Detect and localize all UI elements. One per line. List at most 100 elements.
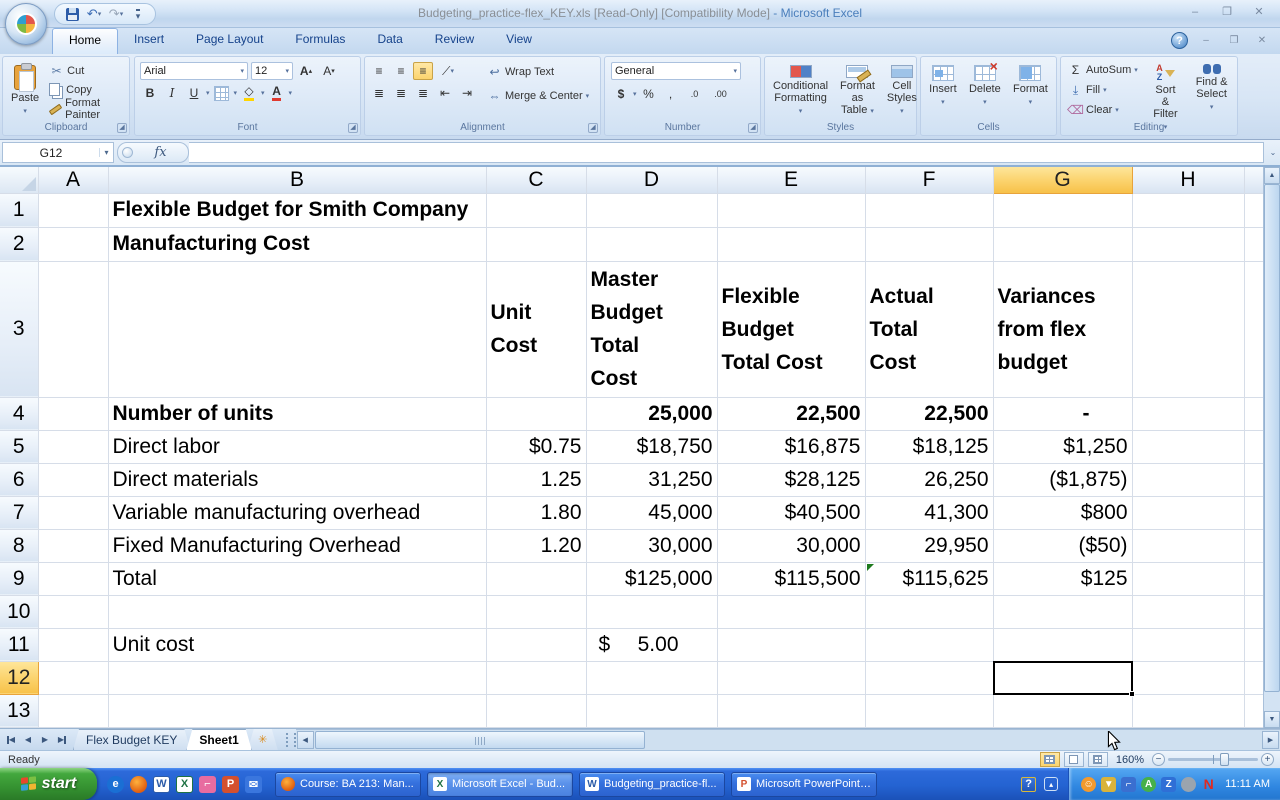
cell[interactable] xyxy=(38,694,109,728)
cell[interactable] xyxy=(38,661,109,695)
next-sheet-button[interactable]: ▶ xyxy=(37,732,53,748)
cell-c9[interactable] xyxy=(486,562,587,596)
tab-view[interactable]: View xyxy=(490,28,548,54)
cell[interactable] xyxy=(717,694,866,728)
cell[interactable] xyxy=(1132,595,1245,629)
cell-g8[interactable]: ($50) xyxy=(993,529,1133,563)
first-sheet-button[interactable]: ◀ xyxy=(3,732,19,748)
cell[interactable] xyxy=(586,227,718,262)
cell[interactable] xyxy=(717,661,866,695)
horizontal-scrollbar[interactable]: ◀ ▶ xyxy=(295,729,1280,750)
cell[interactable] xyxy=(1244,562,1264,596)
cell-g4[interactable]: - xyxy=(993,397,1133,431)
tab-page-layout[interactable]: Page Layout xyxy=(180,28,279,54)
novell-tray-icon[interactable]: N xyxy=(1201,776,1216,792)
cell[interactable] xyxy=(1244,496,1264,530)
cell-a1[interactable] xyxy=(38,193,109,228)
cell[interactable] xyxy=(865,227,994,262)
cell[interactable] xyxy=(38,595,109,629)
page-break-view-button[interactable] xyxy=(1087,752,1108,767)
merge-center-button[interactable]: ⇔ Merge & Center ▾ xyxy=(483,86,593,106)
cell-e9[interactable]: $115,500 xyxy=(717,562,866,596)
row-header-7[interactable]: 7 xyxy=(0,496,39,530)
scroll-left-button[interactable]: ◀ xyxy=(296,731,314,749)
cell-g3[interactable]: Variances from flex budget xyxy=(993,261,1133,398)
grow-font-button[interactable]: A ▴ xyxy=(296,62,316,80)
restore-button[interactable]: ❐ xyxy=(1214,4,1240,19)
font-color-button[interactable]: A xyxy=(267,84,287,102)
cell-e4[interactable]: 22,500 xyxy=(717,397,866,431)
excel-icon[interactable]: X xyxy=(176,775,193,793)
cell-g9[interactable]: $125 xyxy=(993,562,1133,596)
cell-a11[interactable] xyxy=(38,628,109,662)
cell[interactable] xyxy=(1244,430,1264,464)
cell[interactable] xyxy=(1244,628,1264,662)
normal-view-button[interactable] xyxy=(1039,752,1060,767)
zoom-track[interactable] xyxy=(1168,753,1258,766)
cell-e3[interactable]: Flexible Budget Total Cost xyxy=(717,261,866,398)
col-header-partial[interactable] xyxy=(1244,167,1264,194)
cut-button[interactable]: ✂ Cut xyxy=(45,61,127,80)
cell[interactable] xyxy=(486,694,587,728)
cell[interactable] xyxy=(717,227,866,262)
fill-button[interactable]: ⤓ Fill ▾ xyxy=(1064,80,1142,100)
cell-f8[interactable]: 29,950 xyxy=(865,529,994,563)
cell-g6[interactable]: ($1,875) xyxy=(993,463,1133,497)
outlook-icon[interactable]: ✉ xyxy=(245,775,262,793)
row-header-10[interactable]: 10 xyxy=(0,595,39,629)
cell-d8[interactable]: 30,000 xyxy=(586,529,718,563)
help-tray-icon[interactable]: ? xyxy=(1021,776,1037,792)
tab-review[interactable]: Review xyxy=(419,28,490,54)
wrap-text-button[interactable]: ↩ Wrap Text xyxy=(483,62,593,82)
percent-style-button[interactable]: % xyxy=(639,85,659,103)
messenger-tray-icon[interactable]: ☺ xyxy=(1081,776,1097,792)
orientation-button[interactable]: ⟋ ▾ xyxy=(435,62,461,80)
align-right-button[interactable]: ≣ xyxy=(413,84,433,102)
cell-b5[interactable]: Direct labor xyxy=(108,430,487,464)
powerpoint-icon[interactable]: P xyxy=(222,775,239,793)
cell[interactable] xyxy=(717,595,866,629)
cell-styles-button[interactable]: Cell Styles ▾ xyxy=(881,61,923,119)
taskbar-button-firefox[interactable]: Course: BA 213: Man... xyxy=(275,771,421,797)
find-select-button[interactable]: Find & Select ▾ xyxy=(1189,60,1234,120)
workbook-minimize-button[interactable]: – xyxy=(1196,34,1216,48)
cell[interactable] xyxy=(1132,628,1245,662)
cell-c8[interactable]: 1.20 xyxy=(486,529,587,563)
firefox-icon[interactable] xyxy=(130,775,147,793)
word-icon[interactable]: W xyxy=(153,775,170,793)
cell-b1[interactable]: Flexible Budget for Smith Company xyxy=(108,193,487,228)
cell[interactable] xyxy=(1132,694,1245,728)
accounting-format-button[interactable]: $ xyxy=(611,85,631,103)
cell-b6[interactable]: Direct materials xyxy=(108,463,487,497)
help-button[interactable]: ? xyxy=(1171,32,1188,49)
decrease-indent-button[interactable]: ⇤ xyxy=(435,84,455,102)
cell-d3[interactable]: Master Budget Total Cost xyxy=(586,261,718,398)
cell[interactable] xyxy=(993,628,1133,662)
insert-worksheet-button[interactable]: ✳ xyxy=(248,729,278,750)
taskbar-button-word[interactable]: W Budgeting_practice-fl... xyxy=(579,771,725,797)
cell-g12-selected[interactable] xyxy=(992,660,1135,697)
conditional-formatting-button[interactable]: Conditional Formatting ▾ xyxy=(767,61,834,119)
row-header-13[interactable]: 13 xyxy=(0,694,39,728)
font-name-combo[interactable]: Arial ▾ xyxy=(140,62,248,80)
cell[interactable] xyxy=(1244,227,1264,262)
cell[interactable] xyxy=(1244,397,1264,431)
expand-formula-bar-button[interactable]: ⌄ xyxy=(1266,142,1280,163)
cell-d9[interactable]: $125,000 xyxy=(586,562,718,596)
cell[interactable] xyxy=(486,227,587,262)
paste-button[interactable]: Paste ▾ xyxy=(5,61,45,119)
clear-button[interactable]: ⌫ Clear ▾ xyxy=(1064,100,1142,120)
zoom-out-button[interactable]: − xyxy=(1152,753,1165,766)
align-left-button[interactable]: ≣ xyxy=(369,84,389,102)
cell[interactable] xyxy=(108,694,487,728)
cell[interactable] xyxy=(1244,595,1264,629)
cell-f7[interactable]: 41,300 xyxy=(865,496,994,530)
col-header-b[interactable]: B xyxy=(108,167,487,194)
row-header-2[interactable]: 2 xyxy=(0,227,39,262)
cell[interactable] xyxy=(993,595,1133,629)
cell-c11[interactable] xyxy=(486,628,587,662)
cell-a4[interactable] xyxy=(38,397,109,431)
cell-d5[interactable]: $18,750 xyxy=(586,430,718,464)
cell-e5[interactable]: $16,875 xyxy=(717,430,866,464)
office-button[interactable] xyxy=(5,3,47,45)
